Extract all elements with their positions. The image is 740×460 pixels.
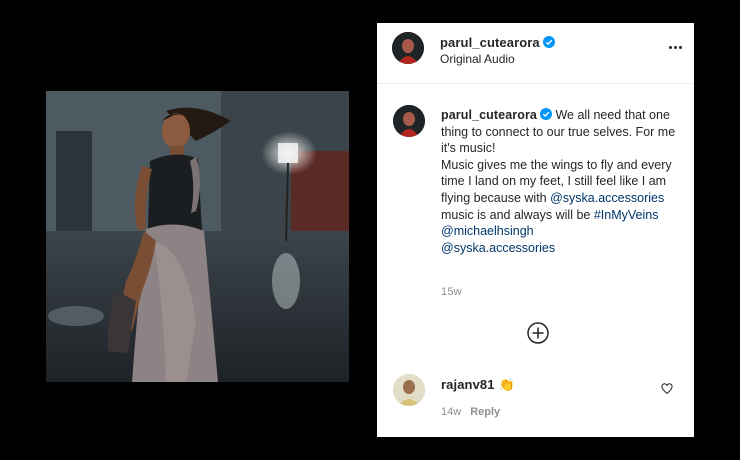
caption-text-3: music is and always will be	[441, 207, 591, 222]
verified-badge-icon	[542, 36, 555, 48]
heart-icon[interactable]	[661, 383, 673, 395]
reply-button[interactable]: Reply	[470, 406, 500, 418]
mention-link[interactable]: @michaelhsingh	[441, 224, 534, 238]
clap-emoji: 👏	[498, 377, 515, 392]
caption-timestamp[interactable]: 15w	[441, 286, 462, 298]
caption-username[interactable]: parul_cutearora	[441, 108, 537, 122]
dancer-photo	[46, 91, 349, 382]
audio-label[interactable]: Original Audio	[440, 52, 515, 66]
post-panel: parul_cutearora Original Audio parul_cut…	[377, 23, 694, 437]
post-header: parul_cutearora Original Audio	[377, 23, 694, 84]
verified-badge-icon	[539, 108, 552, 120]
commenter-avatar[interactable]	[393, 374, 425, 406]
more-options-icon[interactable]	[664, 40, 686, 54]
author-avatar[interactable]	[392, 32, 424, 64]
comment-timestamp[interactable]: 14w	[441, 406, 461, 418]
post-caption: parul_cutearora We all need that one thi…	[441, 107, 681, 256]
comment: rajanv81 👏	[441, 376, 515, 394]
mention-link[interactable]: @syska.accessories	[550, 191, 664, 205]
hashtag-link[interactable]: #InMyVeins	[594, 208, 659, 222]
post-media[interactable]	[46, 91, 349, 382]
plus-circle-icon[interactable]	[527, 322, 549, 344]
caption-avatar[interactable]	[393, 105, 425, 137]
author-username[interactable]: parul_cutearora	[440, 35, 540, 50]
comment-username[interactable]: rajanv81	[441, 377, 495, 392]
mention-link[interactable]: @syska.accessories	[441, 241, 555, 255]
comment-meta: 14w Reply	[441, 406, 500, 418]
